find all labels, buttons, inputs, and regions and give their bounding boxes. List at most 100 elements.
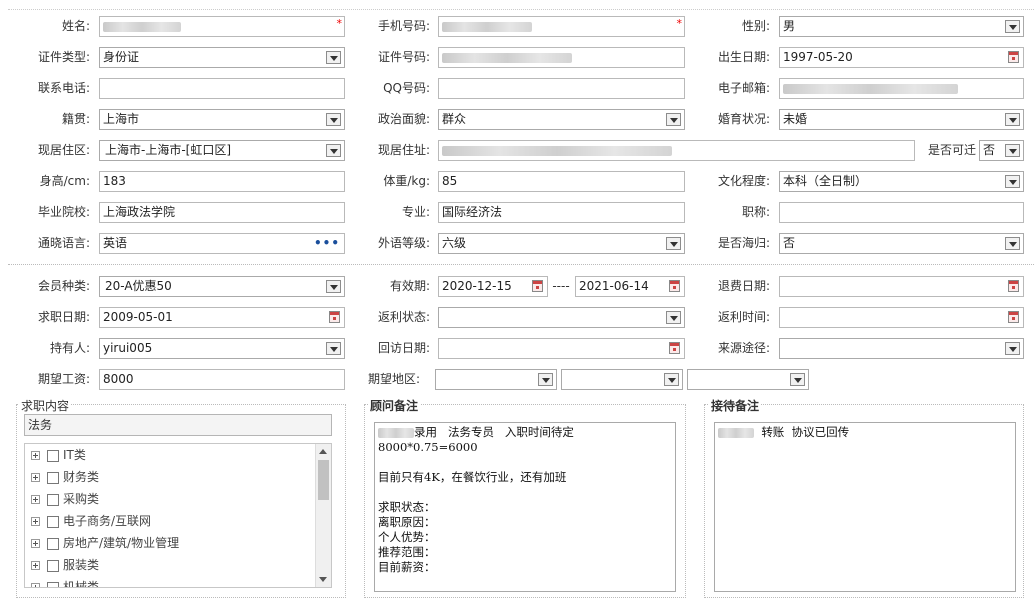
dropdown-arrow-icon[interactable]: [666, 237, 681, 250]
expand-icon[interactable]: [31, 583, 40, 587]
dropdown-arrow-icon[interactable]: [326, 342, 341, 355]
dropdown-arrow-icon[interactable]: [666, 311, 681, 324]
address-field[interactable]: [438, 140, 915, 161]
dropdown-arrow-icon[interactable]: [326, 144, 341, 157]
checkbox[interactable]: [47, 559, 59, 572]
reception-notes-textarea[interactable]: 转账 协议已回传: [714, 422, 1016, 592]
email-field[interactable]: [779, 78, 1024, 99]
member-type-select[interactable]: 20-A优惠50: [99, 276, 345, 297]
name-field[interactable]: *: [99, 16, 345, 37]
relocate-select[interactable]: 否: [979, 140, 1024, 161]
education-select[interactable]: 本科（全日制）: [779, 171, 1024, 192]
dropdown-arrow-icon[interactable]: [1005, 175, 1020, 188]
dropdown-arrow-icon[interactable]: [326, 113, 341, 126]
language-field[interactable]: 英语 •••: [99, 233, 345, 254]
dropdown-arrow-icon[interactable]: [326, 280, 341, 293]
political-select[interactable]: 群众: [438, 109, 685, 130]
idno-field[interactable]: [438, 47, 685, 68]
dropdown-arrow-icon[interactable]: [790, 373, 805, 386]
checkbox[interactable]: [47, 449, 59, 462]
visit-date-field[interactable]: [438, 338, 685, 359]
valid-to-field[interactable]: 2021-06-14: [575, 276, 685, 297]
dropdown-arrow-icon[interactable]: [326, 51, 341, 64]
area-city-select[interactable]: [561, 369, 683, 390]
foreign-level-select[interactable]: 六级: [438, 233, 685, 254]
dropdown-arrow-icon[interactable]: [1005, 342, 1020, 355]
title-field[interactable]: [779, 202, 1024, 223]
checkbox[interactable]: [47, 581, 59, 587]
height-value: 183: [103, 174, 126, 188]
calendar-icon[interactable]: [1008, 280, 1019, 292]
section-divider: [8, 264, 1034, 265]
dropdown-arrow-icon[interactable]: [666, 113, 681, 126]
tree-item-machinery[interactable]: 机械类: [31, 578, 99, 587]
tree-scrollbar[interactable]: [315, 444, 331, 587]
gender-select[interactable]: 男: [779, 16, 1024, 37]
salary-field[interactable]: 8000: [99, 369, 345, 390]
rebate-time-label: 返利时间:: [717, 310, 770, 324]
valid-from-field[interactable]: 2020-12-15: [438, 276, 548, 297]
checkbox[interactable]: [47, 515, 59, 528]
weight-field[interactable]: 85: [438, 171, 685, 192]
scroll-thumb[interactable]: [318, 460, 329, 500]
area-district-select[interactable]: [687, 369, 809, 390]
calendar-icon[interactable]: [1008, 311, 1019, 323]
calendar-icon[interactable]: [532, 280, 543, 292]
tree-item-realestate[interactable]: 房地产/建筑/物业管理: [31, 534, 179, 552]
marital-select[interactable]: 未婚: [779, 109, 1024, 130]
scroll-down-icon[interactable]: [319, 577, 327, 582]
height-field[interactable]: 183: [99, 171, 345, 192]
school-label: 毕业院校:: [37, 205, 90, 219]
holder-select[interactable]: yirui005: [99, 338, 345, 359]
checkbox[interactable]: [47, 537, 59, 550]
scroll-up-icon[interactable]: [319, 449, 327, 454]
title-label: 职称:: [741, 205, 770, 219]
more-options-icon[interactable]: •••: [314, 234, 340, 253]
region-label: 现居住区:: [37, 143, 90, 157]
tree-item-ecommerce[interactable]: 电子商务/互联网: [31, 512, 151, 530]
dropdown-arrow-icon[interactable]: [664, 373, 679, 386]
consultant-notes-textarea[interactable]: 录用 法务专员 入职时间待定 8000*0.75=6000 目前只有4K，在餐饮…: [374, 422, 676, 592]
expand-icon[interactable]: [31, 539, 40, 548]
refund-date-field[interactable]: [779, 276, 1024, 297]
expand-icon[interactable]: [31, 473, 40, 482]
phone-field[interactable]: *: [438, 16, 685, 37]
tree-item-purchasing[interactable]: 采购类: [31, 490, 99, 508]
job-search-input[interactable]: 法务: [24, 414, 332, 436]
tree-item-it[interactable]: IT类: [31, 446, 86, 464]
dropdown-arrow-icon[interactable]: [1005, 113, 1020, 126]
job-category-tree[interactable]: IT类 财务类 采购类 电子商务/互联网 房地产/建筑/物业管理 服装类 机械类: [24, 443, 332, 588]
birth-date-field[interactable]: 1997-05-20: [779, 47, 1024, 68]
contact-field[interactable]: [99, 78, 345, 99]
dropdown-arrow-icon[interactable]: [1005, 237, 1020, 250]
region-select[interactable]: 上海市-上海市-[虹口区]: [99, 140, 345, 161]
political-value: 群众: [442, 112, 467, 126]
qq-field[interactable]: [438, 78, 685, 99]
expand-icon[interactable]: [31, 561, 40, 570]
calendar-icon[interactable]: [1008, 51, 1019, 63]
calendar-icon[interactable]: [669, 280, 680, 292]
rebate-status-select[interactable]: [438, 307, 685, 328]
calendar-icon[interactable]: [329, 311, 340, 323]
expand-icon[interactable]: [31, 495, 40, 504]
calendar-icon[interactable]: [669, 342, 680, 354]
native-select[interactable]: 上海市: [99, 109, 345, 130]
expand-icon[interactable]: [31, 517, 40, 526]
tree-item-finance[interactable]: 财务类: [31, 468, 99, 486]
dropdown-arrow-icon[interactable]: [538, 373, 553, 386]
dropdown-arrow-icon[interactable]: [1005, 144, 1020, 157]
gender-label: 性别:: [741, 19, 770, 33]
checkbox[interactable]: [47, 493, 59, 506]
rebate-time-field[interactable]: [779, 307, 1024, 328]
expand-icon[interactable]: [31, 451, 40, 460]
major-field[interactable]: 国际经济法: [438, 202, 685, 223]
overseas-select[interactable]: 否: [779, 233, 1024, 254]
checkbox[interactable]: [47, 471, 59, 484]
tree-item-apparel[interactable]: 服装类: [31, 556, 99, 574]
apply-date-field[interactable]: 2009-05-01: [99, 307, 345, 328]
idtype-select[interactable]: 身份证: [99, 47, 345, 68]
school-field[interactable]: 上海政法学院: [99, 202, 345, 223]
source-select[interactable]: [779, 338, 1024, 359]
area-province-select[interactable]: [435, 369, 557, 390]
dropdown-arrow-icon[interactable]: [1005, 20, 1020, 33]
